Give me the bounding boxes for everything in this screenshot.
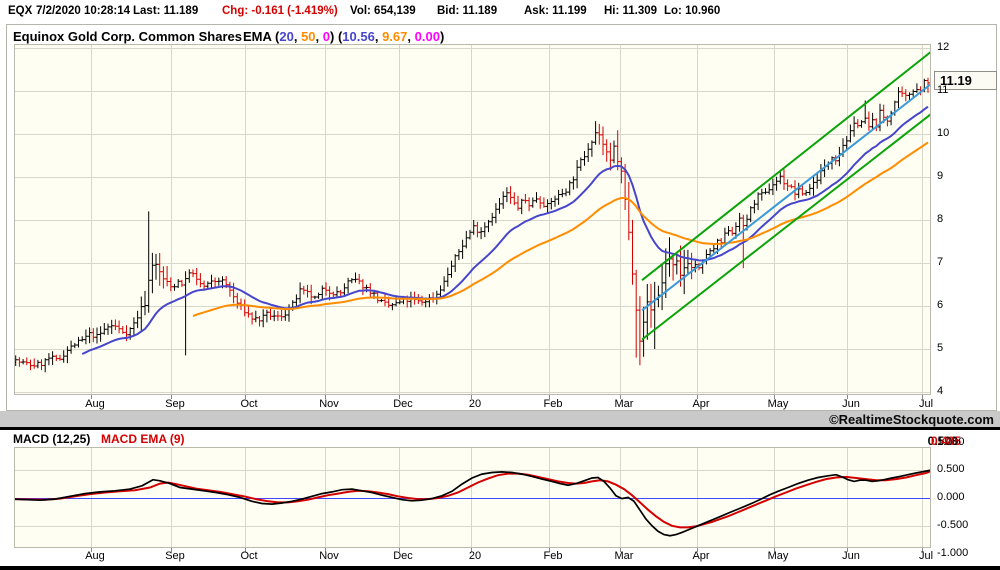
quote-low: Lo: 10.960	[664, 5, 721, 17]
macd-y-axis-tick: -0.500	[937, 518, 969, 531]
quote-change: Chg: -0.161 (-1.419%)	[222, 5, 338, 17]
ema-legend: EMA (20, 50, 0) (10.56, 9.67, 0.00)	[243, 29, 444, 44]
macd-ema-value: 0.485	[931, 434, 962, 448]
quote-high: Hi: 11.309	[604, 5, 658, 17]
quote-last: Last: 11.189	[133, 5, 199, 17]
quote-volume: Vol: 654,139	[350, 5, 416, 17]
price-chart-plot	[9, 44, 934, 400]
legend-separator: ,	[407, 29, 415, 44]
ema-value-20: 10.56	[342, 29, 375, 44]
macd-ema-label: MACD EMA (9)	[101, 432, 185, 446]
ticker-symbol: EQX	[8, 5, 33, 17]
legend-separator: ,	[315, 29, 323, 44]
legend-separator: ,	[374, 29, 383, 44]
quote-ask: Ask: 11.199	[524, 5, 587, 17]
quote-bar: EQX 7/2/2020 10:28:14 Last: 11.189 Chg: …	[0, 0, 1000, 24]
watermark-text: ©RealtimeStockquote.com	[829, 412, 994, 427]
ema-value-50: 9.67	[382, 29, 408, 44]
watermark-band: ©RealtimeStockquote.com	[0, 411, 1000, 427]
macd-header: MACD (12,25) MACD EMA (9) 0.503 0.485	[0, 430, 1000, 448]
macd-y-axis-tick: -1.000	[937, 546, 969, 559]
ema-value-0: 0.00	[414, 29, 440, 44]
macd-chart-plot	[11, 447, 932, 553]
last-price-label: 11.19	[934, 71, 997, 90]
legend-separator: )	[330, 29, 338, 44]
legend-separator: )	[439, 29, 445, 44]
macd-label: MACD (12,25)	[13, 432, 91, 446]
stock-quote-chart-page: EQX 7/2/2020 10:28:14 Last: 11.189 Chg: …	[0, 0, 1000, 570]
macd-y-axis-tick: 0.000	[937, 491, 965, 503]
quote-datetime: 7/2/2020 10:28:14	[36, 5, 130, 17]
panel-separator-bottom	[0, 566, 1000, 570]
quote-bid: Bid: 11.189	[437, 5, 498, 17]
macd-values: 0.503 0.485	[700, 432, 961, 448]
ema-period-0: 0	[322, 29, 330, 44]
ema-period-20: 20	[279, 29, 294, 44]
ema-legend-prefix: EMA (	[243, 29, 280, 44]
ema-period-50: 50	[301, 29, 316, 44]
legend-separator: ,	[293, 29, 302, 44]
macd-y-axis-tick: 0.500	[937, 463, 965, 476]
chart-title: Equinox Gold Corp. Common Shares	[13, 29, 242, 44]
